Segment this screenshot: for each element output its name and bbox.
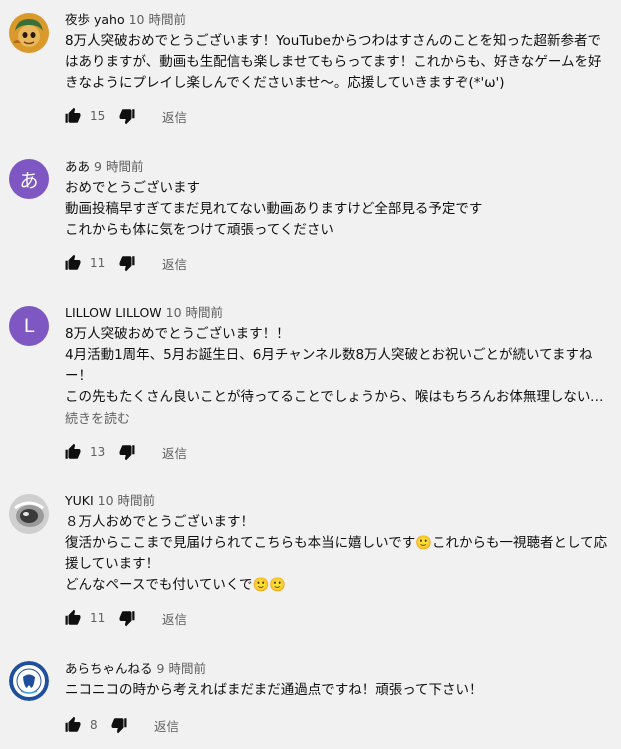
- comment-body: 夜歩 yaho 10 時間前 8万人突破おめでとうございます！YouTubeからつ…: [65, 11, 613, 94]
- thumb-down-icon: [118, 254, 136, 272]
- avatar[interactable]: [9, 13, 49, 53]
- like-button[interactable]: [63, 442, 83, 462]
- like-count: 15: [90, 109, 106, 123]
- reply-button[interactable]: 返信: [162, 254, 187, 273]
- timestamp[interactable]: 10 時間前: [166, 305, 223, 320]
- like-button[interactable]: [63, 608, 83, 628]
- like-count: 11: [90, 256, 106, 270]
- like-button[interactable]: [63, 253, 83, 273]
- thumb-down-icon: [118, 107, 136, 125]
- comment-text: ニコニコの時から考えればまだまだ通過点ですね！頑張って下さい！: [65, 682, 483, 698]
- read-more-button[interactable]: 続きを読む: [65, 410, 613, 430]
- comment-text: 8万人突破おめでとうございます！！ 4月活動1周年、5月お誕生日、6月チャンネル…: [65, 326, 604, 405]
- like-count: 11: [90, 611, 106, 625]
- avatar-character-image: [9, 13, 49, 53]
- reply-button[interactable]: 返信: [154, 716, 179, 735]
- comment-text: 8万人突破おめでとうございます！YouTubeからつわはすさんのことを知った超新…: [65, 33, 602, 91]
- reply-button[interactable]: 返信: [162, 443, 187, 462]
- author-name[interactable]: 夜歩 yaho: [65, 12, 125, 27]
- reply-button[interactable]: 返信: [162, 107, 187, 126]
- dislike-button[interactable]: [117, 253, 137, 273]
- dislike-button[interactable]: [117, 608, 137, 628]
- avatar-photo-image: [9, 494, 49, 534]
- comments-section: 夜歩 yaho 10 時間前 8万人突破おめでとうございます！YouTubeからつ…: [0, 0, 621, 749]
- like-button[interactable]: [63, 106, 83, 126]
- comment-header: LILLOW LILLOW 10 時間前: [65, 304, 613, 322]
- dislike-button[interactable]: [117, 442, 137, 462]
- avatar[interactable]: [9, 494, 49, 534]
- thumb-up-icon: [64, 716, 82, 734]
- thumb-down-icon: [110, 716, 128, 734]
- like-count: 8: [90, 718, 98, 732]
- author-name[interactable]: LILLOW LILLOW: [65, 305, 162, 320]
- comment-header: ああ 9 時間前: [65, 158, 613, 176]
- timestamp[interactable]: 10 時間前: [129, 12, 186, 27]
- comment-header: YUKI 10 時間前: [65, 492, 613, 510]
- dislike-button[interactable]: [109, 715, 129, 735]
- comment-body: あらちゃんねる 9 時間前 ニコニコの時から考えればまだまだ通過点ですね！頑張って…: [65, 660, 613, 701]
- avatar-logo-image: [9, 661, 49, 701]
- avatar[interactable]: L: [9, 306, 49, 346]
- comment-header: あらちゃんねる 9 時間前: [65, 660, 613, 678]
- author-name[interactable]: あらちゃんねる: [65, 661, 153, 676]
- reply-button[interactable]: 返信: [162, 609, 187, 628]
- comment-actions: 8 返信: [63, 713, 179, 737]
- comment-actions: 13 返信: [63, 440, 187, 464]
- avatar[interactable]: あ: [9, 159, 49, 199]
- like-count: 13: [90, 445, 106, 459]
- comment-text: おめでとうございます 動画投稿早すぎてまだ見れてない動画ありますけど全部見る予定…: [65, 180, 483, 238]
- thumb-down-icon: [118, 443, 136, 461]
- comment-header: 夜歩 yaho 10 時間前: [65, 11, 613, 29]
- author-name[interactable]: YUKI: [65, 493, 94, 508]
- thumb-up-icon: [64, 107, 82, 125]
- dislike-button[interactable]: [117, 106, 137, 126]
- timestamp[interactable]: 9 時間前: [157, 661, 206, 676]
- thumb-down-icon: [118, 609, 136, 627]
- comment-body: ああ 9 時間前 おめでとうございます 動画投稿早すぎてまだ見れてない動画あります…: [65, 158, 613, 241]
- avatar[interactable]: [9, 661, 49, 701]
- author-name[interactable]: ああ: [65, 159, 90, 174]
- avatar-letter: あ: [19, 169, 39, 192]
- like-button[interactable]: [63, 715, 83, 735]
- avatar-letter: L: [23, 315, 35, 337]
- comment-text: ８万人おめでとうございます！ 復活からここまで見届けられてこちらも本当に嬉しいで…: [65, 514, 608, 593]
- thumb-up-icon: [64, 609, 82, 627]
- thumb-up-icon: [64, 443, 82, 461]
- comment-body: LILLOW LILLOW 10 時間前 8万人突破おめでとうございます！！ 4月…: [65, 304, 613, 430]
- timestamp[interactable]: 9 時間前: [94, 159, 143, 174]
- comment-actions: 11 返信: [63, 606, 187, 630]
- comment-actions: 11 返信: [63, 251, 187, 275]
- thumb-up-icon: [64, 254, 82, 272]
- comment-body: YUKI 10 時間前 ８万人おめでとうございます！ 復活からここまで見届けられて…: [65, 492, 613, 596]
- comment-actions: 15 返信: [63, 104, 187, 128]
- timestamp[interactable]: 10 時間前: [98, 493, 155, 508]
